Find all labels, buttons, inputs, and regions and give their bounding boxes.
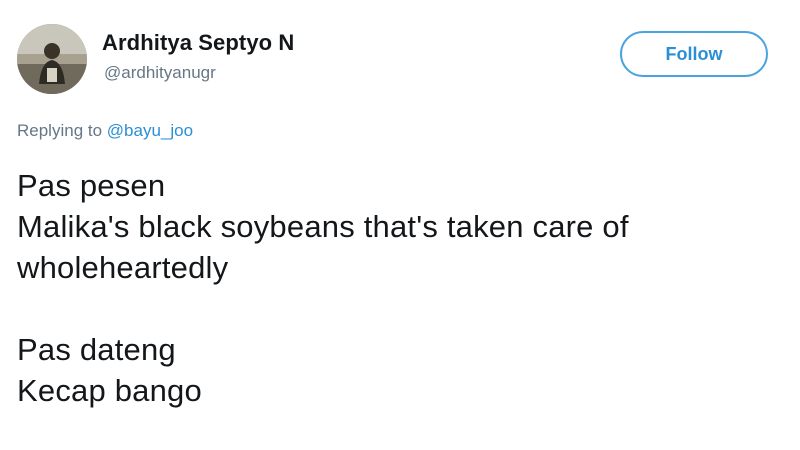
follow-button[interactable]: Follow bbox=[620, 31, 768, 77]
tweet-line: Malika's black soybeans that's taken car… bbox=[17, 209, 629, 244]
tweet-line: Pas dateng bbox=[17, 332, 176, 367]
tweet-line: Kecap bango bbox=[17, 373, 202, 408]
author-handle[interactable]: @ardhityanugr bbox=[104, 63, 216, 83]
avatar[interactable] bbox=[17, 24, 87, 94]
replying-to-line: Replying to @bayu_joo bbox=[17, 121, 193, 141]
tweet-card: Ardhitya Septyo N @ardhityanugr Follow R… bbox=[0, 0, 800, 450]
tweet-line: Pas pesen bbox=[17, 168, 166, 203]
replying-to-prefix: Replying to bbox=[17, 121, 103, 140]
reply-mention-link[interactable]: @bayu_joo bbox=[107, 121, 193, 140]
author-display-name[interactable]: Ardhitya Septyo N bbox=[102, 30, 294, 56]
tweet-text: Pas pesen Malika's black soybeans that's… bbox=[17, 165, 792, 411]
tweet-line: wholeheartedly bbox=[17, 250, 229, 285]
profile-photo-icon bbox=[17, 24, 87, 94]
